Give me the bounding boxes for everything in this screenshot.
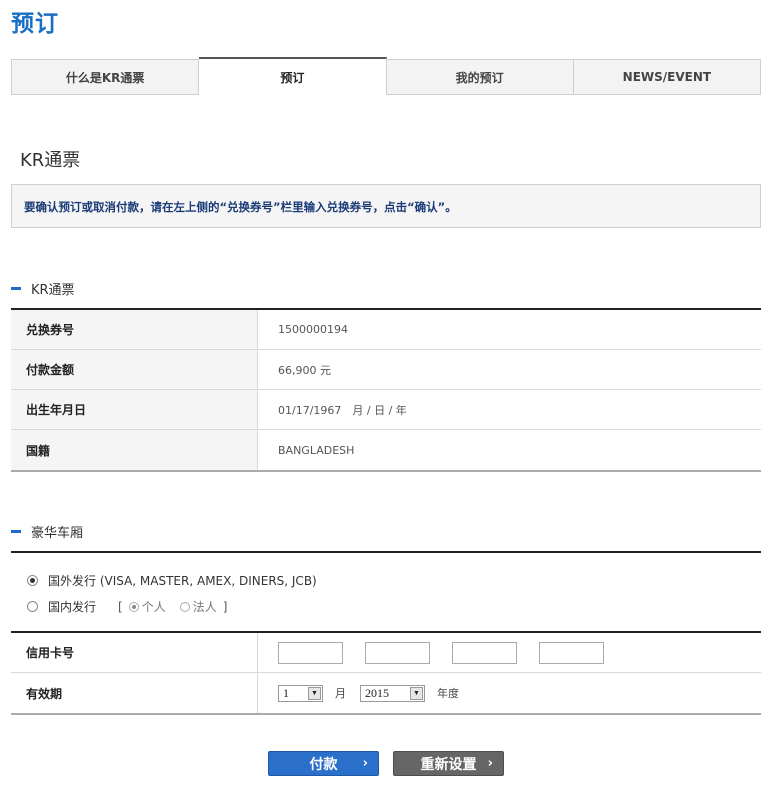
corporate-radio[interactable] [179,601,190,612]
expiry-month-value: 1 [283,685,289,700]
table-row: 付款金额 66,900 元 [11,350,761,390]
expiry-year-select[interactable]: 2015 ▼ [360,684,425,702]
card-number-label: 信用卡号 [11,633,258,672]
month-unit: 月 [335,687,346,700]
personal-label: 个人 [141,600,166,614]
birth-date-label: 出生年月日 [11,390,258,429]
card-issue-options: 国外发行 (VISA, MASTER, AMEX, DINERS, JCB) 国… [11,551,761,631]
chevron-right-icon: › [362,756,368,771]
expiry-label: 有效期 [11,673,258,713]
payment-heading-label: 豪华车厢 [31,526,84,541]
foreign-radio[interactable] [27,575,38,586]
nationality-label: 国籍 [11,430,258,470]
birth-date-value: 01/17/1967 月 / 日 / 年 [278,403,407,417]
expiry-month-select[interactable]: 1 ▼ [278,684,323,702]
domestic-radio[interactable] [27,601,38,612]
reset-button-label: 重新设置 [420,756,477,773]
reset-button[interactable]: 重新设置 › [393,751,504,776]
card-number-field-4[interactable] [539,641,604,664]
personal-radio[interactable] [128,601,139,612]
section-title: KR通票 [20,150,81,171]
bracket-open: [ [118,599,123,614]
card-number-field-1[interactable] [278,641,343,664]
option-domestic[interactable]: 国内发行 [ 个人 法人 ] [27,598,233,615]
option-foreign[interactable]: 国外发行 (VISA, MASTER, AMEX, DINERS, JCB) [27,572,317,589]
year-unit: 年度 [437,687,459,700]
table-row: 国籍 BANGLADESH [11,430,761,470]
notice-box: 要确认预订或取消付款，请在左上侧的“兑换券号”栏里输入兑换券号，点击“确认”。 [11,184,761,228]
table-row: 有效期 1 ▼ 月 2015 ▼ 年度 [11,673,761,713]
page-title: 预订 [11,11,59,37]
tab-my-reservation[interactable]: 我的预订 [386,59,574,95]
table-row: 信用卡号 [11,633,761,673]
table-row: 兑换券号 1500000194 [11,310,761,350]
table-row: 出生年月日 01/17/1967 月 / 日 / 年 [11,390,761,430]
payment-amount-label: 付款金额 [11,350,258,389]
corporate-label: 法人 [192,600,217,614]
tab-what-is-kr-pass[interactable]: 什么是KR通票 [11,59,200,95]
pass-info-heading: KR通票 [11,279,75,298]
heading-bar-icon [11,530,21,533]
card-number-field-2[interactable] [365,641,430,664]
expiry-year-value: 2015 [365,685,389,700]
option-domestic-label: 国内发行 [48,600,97,614]
voucher-number-value: 1500000194 [278,323,348,336]
card-number-field-3[interactable] [452,641,517,664]
pass-info-heading-label: KR通票 [31,283,75,298]
dropdown-arrow-icon[interactable]: ▼ [308,686,321,700]
voucher-number-label: 兑换券号 [11,310,258,349]
tab-news-event[interactable]: NEWS/EVENT [573,59,761,95]
chevron-right-icon: › [487,756,493,771]
expiry-fields: 1 ▼ 月 2015 ▼ 年度 [258,673,761,713]
heading-bar-icon [11,287,21,290]
nationality-value: BANGLADESH [278,443,355,457]
pass-info-table: 兑换券号 1500000194 付款金额 66,900 元 出生年月日 01/1… [11,308,761,472]
card-table: 信用卡号 有效期 1 ▼ 月 2015 ▼ 年度 [11,631,761,715]
pay-button[interactable]: 付款 › [268,751,379,776]
dropdown-arrow-icon[interactable]: ▼ [410,686,423,700]
pay-button-label: 付款 [309,756,338,773]
payment-heading: 豪华车厢 [11,522,83,541]
notice-text: 要确认预订或取消付款，请在左上侧的“兑换券号”栏里输入兑换券号，点击“确认”。 [24,200,457,214]
card-number-fields [258,633,761,672]
payment-amount-value: 66,900 元 [278,363,331,377]
tab-reservation[interactable]: 预订 [199,57,387,95]
option-foreign-label: 国外发行 (VISA, MASTER, AMEX, DINERS, JCB) [48,574,317,588]
tab-bar: 什么是KR通票 预订 我的预订 NEWS/EVENT [11,57,761,95]
bracket-close: ] [222,599,228,614]
